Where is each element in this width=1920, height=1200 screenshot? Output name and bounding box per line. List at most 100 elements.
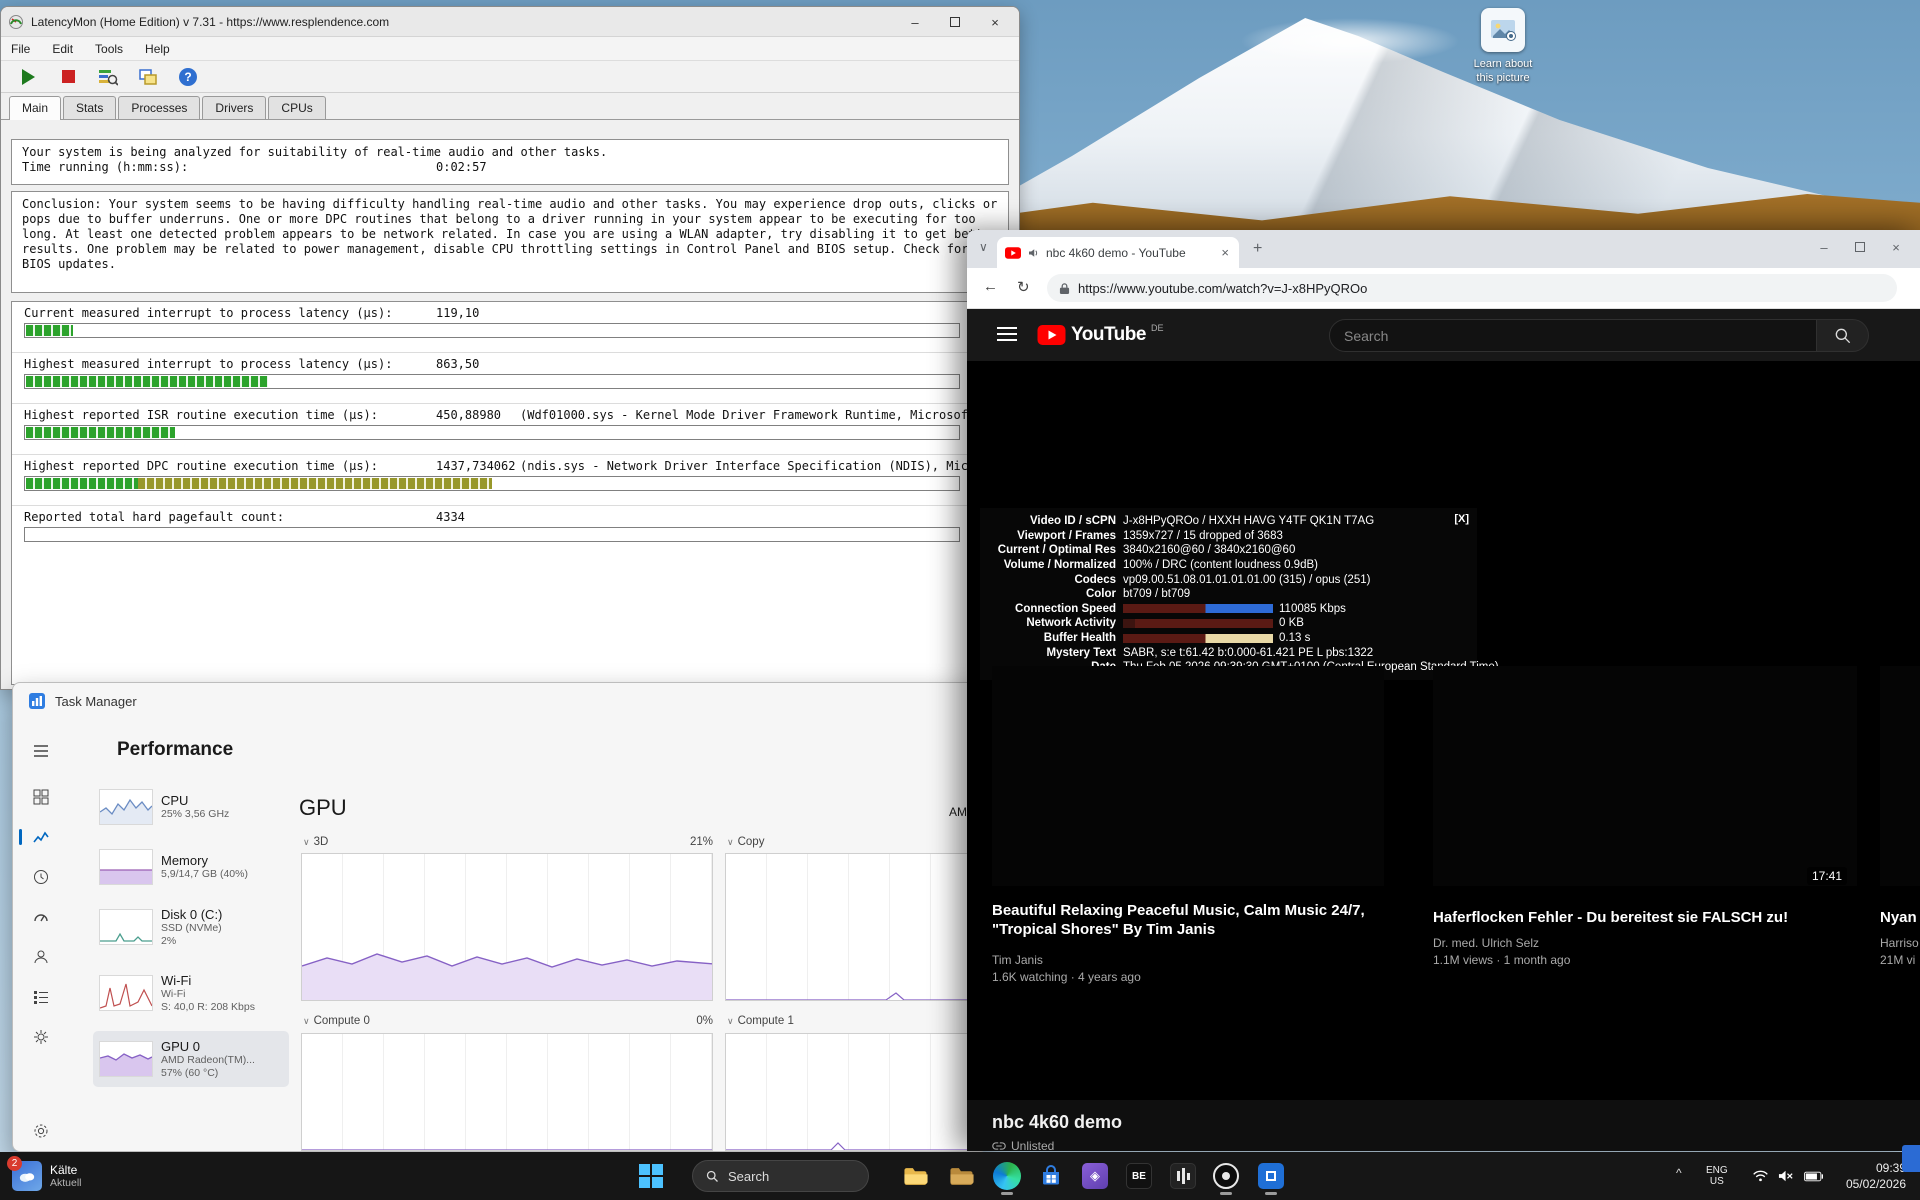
latencymon-app-icon <box>9 15 23 29</box>
metric-label: Reported total hard pagefault count: <box>24 510 284 524</box>
video-thumbnail[interactable] <box>1433 666 1857 886</box>
metric-driver-note: (ndis.sys - Network Driver Interface Spe… <box>520 459 975 473</box>
refresh-icon[interactable]: ↻ <box>1017 278 1030 296</box>
language-switcher[interactable]: ENG US <box>1706 1152 1728 1200</box>
search-input[interactable] <box>1329 319 1817 352</box>
tab-main[interactable]: Main <box>9 96 61 120</box>
taskbar-search[interactable]: Search <box>692 1160 869 1192</box>
analyze-button[interactable] <box>95 65 121 89</box>
video-thumbnail[interactable] <box>992 666 1384 886</box>
disk-mini-chart <box>99 909 153 945</box>
gpu-adapter-name: AM <box>949 805 967 819</box>
purple-app-icon[interactable]: ◈ <box>1075 1156 1115 1196</box>
sidebar-item-cpu[interactable]: CPU 25% 3,56 GHz <box>93 779 289 835</box>
new-tab-button[interactable]: + <box>1253 240 1262 258</box>
youtube-masthead: YouTube DE <box>967 309 1920 361</box>
conclusion-box: Conclusion: Your system seems to be havi… <box>11 191 1009 293</box>
windows-report-button[interactable] <box>135 65 161 89</box>
minimize-button[interactable]: – <box>895 7 935 37</box>
obs-app-icon[interactable] <box>1206 1156 1246 1196</box>
tray-overflow-chevron-icon[interactable]: ^ <box>1676 1166 1682 1180</box>
clock[interactable]: 09:39 05/02/2026 <box>1830 1160 1906 1192</box>
back-icon[interactable]: ← <box>983 278 998 295</box>
chevron-down-icon: ∨ <box>303 837 310 847</box>
search-button[interactable] <box>1817 319 1869 352</box>
youtube-favicon <box>1005 247 1021 259</box>
url-field[interactable]: https://www.youtube.com/watch?v=J-x8HPyQ… <box>1047 274 1897 302</box>
suggested-video[interactable]: Beautiful Relaxing Peaceful Music, Calm … <box>992 901 1384 984</box>
metric-row-dpc-time: Highest reported DPC routine execution t… <box>12 455 1008 506</box>
maximize-button[interactable] <box>1842 234 1878 260</box>
maximize-button[interactable] <box>935 7 975 37</box>
status-box: Your system is being analyzed for suitab… <box>11 139 1009 185</box>
browser-tab[interactable]: nbc 4k60 demo - YouTube × <box>997 237 1239 268</box>
weather-subtitle: Aktuell <box>50 1177 82 1190</box>
suggested-video[interactable]: Nyan C Harriso 21M vi <box>1880 908 1920 967</box>
performance-icon[interactable] <box>23 821 59 853</box>
app-history-icon[interactable] <box>23 861 59 893</box>
video-thumbnail[interactable] <box>1880 666 1920 886</box>
close-button[interactable]: × <box>1878 234 1914 260</box>
startup-apps-icon[interactable] <box>23 901 59 933</box>
lock-icon[interactable] <box>1059 282 1070 295</box>
edge-icon[interactable] <box>987 1156 1027 1196</box>
tab-drivers[interactable]: Drivers <box>202 96 266 119</box>
blue-app-icon[interactable] <box>1251 1156 1291 1196</box>
be-app-icon[interactable]: BE <box>1119 1156 1159 1196</box>
menu-tools[interactable]: Tools <box>95 42 123 56</box>
video-player[interactable]: [X] Video ID / sCPNJ-x8HPyQROo / HXXH HA… <box>967 361 1920 1100</box>
task-manager-nav-rail <box>13 719 69 1152</box>
microsoft-store-icon[interactable] <box>1031 1156 1071 1196</box>
metric-value: 1437,734062 <box>436 459 515 473</box>
file-explorer-icon[interactable] <box>896 1156 936 1196</box>
chart-percent-compute0: 0% <box>673 1015 713 1027</box>
stop-monitor-button[interactable] <box>55 65 81 89</box>
tab-search-chevron-icon[interactable]: ∨ <box>979 240 988 254</box>
details-icon[interactable] <box>23 981 59 1013</box>
documents-folder-icon[interactable] <box>942 1156 982 1196</box>
blue-corner-element[interactable] <box>1902 1145 1920 1172</box>
tab-close-icon[interactable]: × <box>1219 245 1231 260</box>
latencymon-titlebar[interactable]: LatencyMon (Home Edition) v 7.31 - https… <box>1 7 1019 37</box>
sidebar-item-gpu[interactable]: GPU 0 AMD Radeon(TM)... 57% (60 °C) <box>93 1031 289 1087</box>
gpu-section-title: GPU <box>299 795 347 821</box>
metric-label: Current measured interrupt to process la… <box>24 306 392 320</box>
latency-bar <box>24 527 960 542</box>
close-button[interactable]: × <box>975 7 1015 37</box>
weather-widget[interactable]: 2 Kälte Aktuell <box>6 1156 156 1196</box>
processes-icon[interactable] <box>23 781 59 813</box>
system-tray-icons[interactable] <box>1752 1152 1823 1200</box>
menu-file[interactable]: File <box>11 42 30 56</box>
menu-help[interactable]: Help <box>145 42 170 56</box>
menu-icon[interactable] <box>997 327 1017 345</box>
help-button[interactable]: ? <box>175 65 201 89</box>
sidebar-item-disk[interactable]: Disk 0 (C:) SSD (NVMe) 2% <box>93 899 289 955</box>
tab-stats[interactable]: Stats <box>63 96 116 119</box>
settings-icon[interactable] <box>23 1115 59 1147</box>
tab-cpus[interactable]: CPUs <box>268 96 325 119</box>
suggested-video[interactable]: Haferflocken Fehler - Du bereitest sie F… <box>1433 908 1857 967</box>
start-monitor-button[interactable] <box>15 65 41 89</box>
users-icon[interactable] <box>23 941 59 973</box>
browser-window: ∨ nbc 4k60 demo - YouTube × + – × ← ↻ ht… <box>967 230 1920 1151</box>
start-button[interactable] <box>631 1156 671 1196</box>
task-manager-titlebar[interactable]: Task Manager <box>13 683 987 719</box>
youtube-logo[interactable]: YouTube DE <box>1037 324 1163 346</box>
tab-processes[interactable]: Processes <box>118 96 200 119</box>
tray-date: 05/02/2026 <box>1830 1176 1906 1192</box>
metric-row-isr-time: Highest reported ISR routine execution t… <box>12 404 1008 455</box>
desktop-icon-learn-about-picture[interactable]: Learn about this picture <box>1448 8 1558 100</box>
menu-icon[interactable] <box>23 735 59 767</box>
wifi-mini-chart <box>99 975 153 1011</box>
services-icon[interactable] <box>23 1021 59 1053</box>
video-title: nbc 4k60 demo <box>992 1112 1122 1133</box>
minimize-button[interactable]: – <box>1806 234 1842 260</box>
visibility-badge: Unlisted <box>992 1139 1054 1151</box>
sidebar-item-wifi[interactable]: Wi-Fi Wi-Fi S: 40,0 R: 208 Kbps <box>93 965 289 1021</box>
sidebar-item-memory[interactable]: Memory 5,9/14,7 GB (40%) <box>93 839 289 895</box>
tab-audio-icon[interactable] <box>1027 247 1040 259</box>
menu-edit[interactable]: Edit <box>52 42 73 56</box>
stats-close-button[interactable]: [X] <box>1454 513 1469 525</box>
equalizer-app-icon[interactable] <box>1163 1156 1203 1196</box>
latencymon-main-panel: Your system is being analyzed for suitab… <box>1 121 1019 690</box>
